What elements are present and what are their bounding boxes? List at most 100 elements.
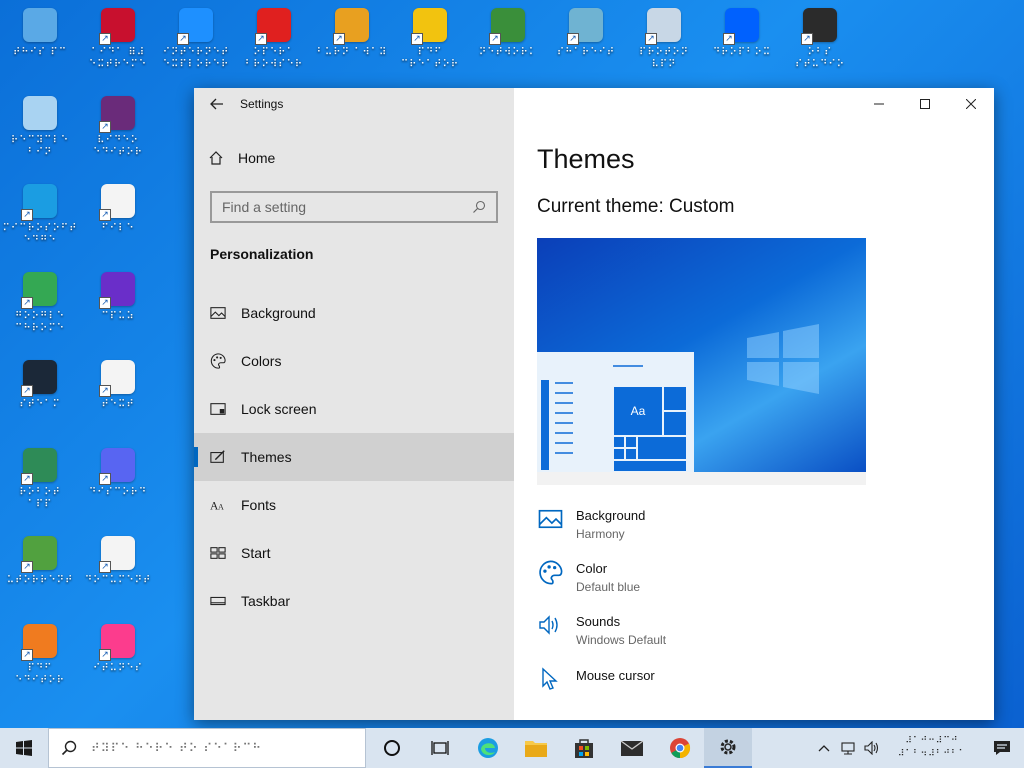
desktop-icon-network-app[interactable]: ↗ ⠝⠑⠞⠺⠕⠗⠅ [470,8,546,59]
theme-property-mouse-cursor[interactable]: Mouse cursor [537,667,655,692]
desktop-icon-label: ⠙⠊⠎⠉⠕⠗⠙ [88,487,148,498]
desktop-icon-vpn-app[interactable]: ↗ ⠏⠗⠕⠞⠕⠝ ⠧⠏⠝ [626,8,702,71]
network-icon [841,742,855,755]
desktop-icon-steam[interactable]: ↗ ⠎⠞⠑⠁⠍ [2,360,78,411]
theme-property-text: Sounds Windows Default [576,614,666,647]
nav-item-themes[interactable]: Themes [194,433,514,481]
obs-icon: ↗ [801,8,837,45]
shortcut-arrow-icon: ↗ [99,209,111,221]
nav-item-start[interactable]: Start [194,529,514,577]
desktop-icon-opera[interactable]: ↗ ⠕⠏⠑⠗⠁ ⠃⠗⠕⠺⠎⠑⠗ [236,8,312,71]
theme-property-sounds[interactable]: Sounds Windows Default [537,614,666,647]
volume-button[interactable] [860,728,884,768]
desktop-icon-pdf-editor[interactable]: ↗ ⠏⠙⠋ ⠑⠙⠊⠞⠕⠗ [2,624,78,687]
nav-item-colors[interactable]: Colors [194,337,514,385]
desktop-icon-obs[interactable]: ↗ ⠕⠃⠎ ⠎⠞⠥⠙⠊⠕ [782,8,858,71]
desktop-icon-label: ⠞⠓⠊⠎ ⠏⠉ [12,47,68,58]
tray-overflow-button[interactable] [812,728,836,768]
desktop-icon-app-64[interactable]: ↗ ⠁⠊⠙⠁ ⠿⠼ ⠑⠭⠞⠗⠑⠍⠑ [80,8,156,71]
theme-property-title: Color [576,561,608,576]
taskbar-store-button[interactable] [560,728,608,768]
cortana-button[interactable] [368,728,416,768]
nav-item-label: Lock screen [241,401,317,417]
desktop-icon-recycle-bin[interactable]: ⠗⠑⠉⠽⠉⠇⠑ ⠃⠊⠝ [2,96,78,159]
shortcut-arrow-icon: ↗ [21,209,33,221]
desktop-icon-chrome[interactable]: ↗ ⠛⠕⠕⠛⠇⠑ ⠉⠓⠗⠕⠍⠑ [2,272,78,335]
utorrent-icon: ↗ [21,536,57,573]
dropbox-icon: ↗ [723,8,759,45]
desktop-icon-edge[interactable]: ↗ ⠍⠊⠉⠗⠕⠎⠕⠋⠞ ⠑⠙⠛⠑ [2,184,78,247]
windows-logo-glow [747,324,819,394]
taskbar-search-box[interactable] [48,728,366,768]
desktop-icon-video-app[interactable]: ↗ ⠧⠊⠙⠑⠕ ⠑⠙⠊⠞⠕⠗ [80,96,156,159]
back-arrow-icon [210,98,223,110]
shortcut-arrow-icon: ↗ [489,33,501,45]
taskbar-mail-button[interactable] [608,728,656,768]
desktop-icon-label: ⠥⠞⠕⠗⠗⠑⠝⠞ [6,575,74,586]
task-view-button[interactable] [416,728,464,768]
desktop-icon-file-doc[interactable]: ↗ ⠋⠊⠇⠑ [80,184,156,235]
taskbar-settings-button[interactable] [704,728,752,768]
discord-icon: ↗ [99,448,135,485]
shortcut-arrow-icon: ↗ [255,33,267,45]
maximize-icon [920,99,930,109]
start-button[interactable] [0,728,48,768]
desktop-icon-text-file[interactable]: ↗ ⠞⠑⠭⠞ [80,360,156,411]
desktop-icon-label: ⠧⠊⠙⠑⠕ ⠑⠙⠊⠞⠕⠗ [93,135,143,158]
taskbar-edge-button[interactable] [464,728,512,768]
desktop-icon-dropbox[interactable]: ↗ ⠙⠗⠕⠏⠃⠕⠭ [704,8,780,59]
disc-app-icon: ↗ [333,8,369,45]
this-pc-icon [23,8,57,42]
desktop-icon-this-pc[interactable]: ⠞⠓⠊⠎ ⠏⠉ [2,8,78,59]
desktop-icon-disc-app[interactable]: ↗ ⠃⠥⠗⠝ ⠁⠺⠁⠽ [314,8,390,59]
minimize-button[interactable] [856,88,902,120]
start-icon [210,545,226,561]
nav-item-taskbar[interactable]: Taskbar [194,577,514,625]
nav-item-fonts[interactable]: A A Fonts [194,481,514,529]
maximize-button[interactable] [902,88,948,120]
desktop-icon-discord[interactable]: ↗ ⠙⠊⠎⠉⠕⠗⠙ [80,448,156,499]
back-button[interactable] [194,88,240,120]
store-bag-icon [575,739,593,758]
desktop-icon-internet-explorer[interactable]: ↗ ⠊⠝⠞⠑⠗⠝⠑⠞ ⠑⠭⠏⠇⠕⠗⠑⠗ [158,8,234,71]
settings-search-box[interactable] [210,191,498,223]
lock-screen-icon [210,401,226,417]
close-button[interactable] [948,88,994,120]
shortcut-arrow-icon: ↗ [21,385,33,397]
shortcut-arrow-icon: ↗ [21,297,33,309]
taskbar-explorer-button[interactable] [512,728,560,768]
desktop-icon-label: ⠍⠊⠉⠗⠕⠎⠕⠋⠞ ⠑⠙⠛⠑ [2,223,78,246]
nav-item-background[interactable]: Background [194,289,514,337]
taskbar-chrome-button[interactable] [656,728,704,768]
settings-search-input[interactable] [222,199,452,215]
settings-titlebar: Settings [194,88,514,120]
theme-property-background[interactable]: Background Harmony [537,508,645,541]
theme-property-title: Background [576,508,646,523]
desktop-icon-pdf-app[interactable]: ↗ ⠏⠙⠋ ⠉⠗⠑⠁⠞⠕⠗ [392,8,468,71]
chevron-up-icon [818,745,830,752]
desktop-icon-cpu-app[interactable]: ↗ ⠉⠏⠥⠵ [80,272,156,323]
desktop-icon-label: ⠙⠕⠉⠥⠍⠑⠝⠞ [84,575,152,586]
shortcut-arrow-icon: ↗ [411,33,423,45]
nav-item-lock-screen[interactable]: Lock screen [194,385,514,433]
recycle-bin-icon [23,96,57,130]
desktop-icon-itunes[interactable]: ↗ ⠊⠞⠥⠝⠑⠎ [80,624,156,675]
edge-icon [478,738,498,758]
taskbar-search-input[interactable] [91,741,351,755]
desktop-icon-label: ⠉⠏⠥⠵ [101,311,135,322]
action-center-button[interactable] [980,728,1024,768]
shortcut-arrow-icon: ↗ [21,561,33,573]
desktop-icon-document[interactable]: ↗ ⠙⠕⠉⠥⠍⠑⠝⠞ [80,536,156,587]
network-button[interactable] [836,728,860,768]
theme-property-color[interactable]: Color Default blue [537,559,640,594]
desktop-icon-utorrent[interactable]: ↗ ⠥⠞⠕⠗⠗⠑⠝⠞ [2,536,78,587]
palette-icon [537,559,563,585]
home-link[interactable]: Home [208,150,275,166]
desktop-icon-robot-app[interactable]: ↗ ⠗⠕⠃⠕⠞ ⠁⠏⠏ [2,448,78,511]
settings-content-pane: Themes Current theme: Custom Aa Backgrou… [514,88,994,720]
nav-item-label: Start [241,545,271,561]
theme-preview[interactable]: Aa [537,238,866,485]
desktop-icon-share-app[interactable]: ↗ ⠎⠓⠁⠗⠑⠊⠞ [548,8,624,59]
taskbar-clock[interactable]: ⠼⠁⠚⠒⠼⠉⠚ ⠼⠁⠃⠲⠼⠃⠚⠃⠁ [884,735,980,761]
desktop-icon-label: ⠊⠝⠞⠑⠗⠝⠑⠞ ⠑⠭⠏⠇⠕⠗⠑⠗ [162,47,230,70]
